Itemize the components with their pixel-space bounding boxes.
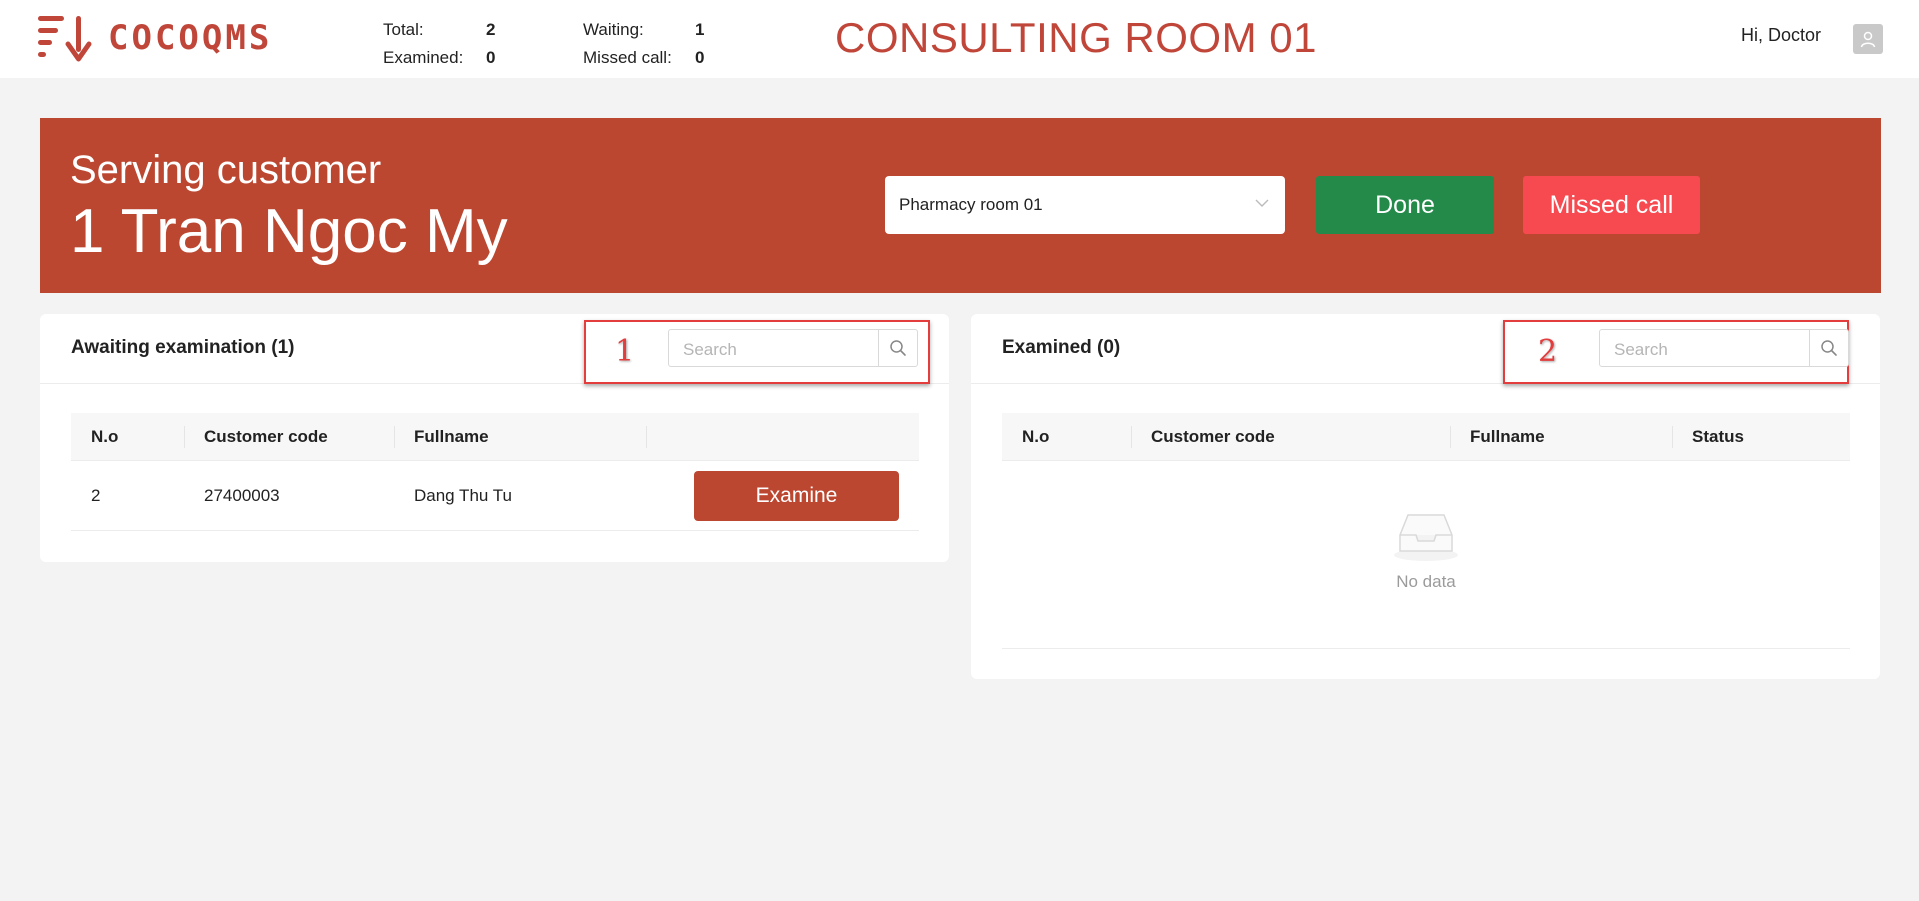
room-select[interactable]: Pharmacy room 01 xyxy=(885,176,1285,234)
table-header: N.o Customer code Fullname Status xyxy=(1002,413,1850,461)
logo-text: COCOQMS xyxy=(108,18,273,58)
awaiting-search-input[interactable]: Search xyxy=(683,340,737,360)
chevron-down-icon xyxy=(1255,199,1269,207)
examined-title: Examined (0) xyxy=(1002,337,1121,358)
annotation-number-1: 1 xyxy=(615,334,635,369)
awaiting-table: N.o Customer code Fullname 2 27400003 Da… xyxy=(71,413,919,531)
stat-label: Examined: xyxy=(383,48,464,67)
stat-examined: Examined: 0 xyxy=(383,44,495,72)
stat-value: 1 xyxy=(695,20,705,39)
awaiting-search[interactable]: Search xyxy=(668,329,918,367)
search-icon xyxy=(1821,340,1837,356)
examined-search-input[interactable]: Search xyxy=(1614,340,1668,360)
examined-panel: Examined (0) 2 Search N.o Customer code … xyxy=(971,314,1880,679)
stat-waiting: Waiting: 1 xyxy=(583,16,704,44)
serving-banner: Serving customer 1 Tran Ngoc My Pharmacy… xyxy=(40,118,1881,293)
row-no: 2 xyxy=(91,485,101,505)
queue-logo-icon xyxy=(38,16,92,62)
empty-state-text: No data xyxy=(1396,572,1456,591)
annotation-number-2: 2 xyxy=(1538,334,1558,369)
stat-value: 2 xyxy=(486,20,496,39)
examined-search[interactable]: Search xyxy=(1599,329,1849,367)
awaiting-panel: Awaiting examination (1) 1 Search N.o Cu… xyxy=(40,314,949,562)
table-header: N.o Customer code Fullname xyxy=(71,413,919,461)
room-select-value: Pharmacy room 01 xyxy=(899,195,1043,214)
empty-inbox-icon xyxy=(1394,514,1458,561)
serving-customer-name: 1 Tran Ngoc My xyxy=(70,197,508,266)
empty-state: No data xyxy=(1002,461,1850,649)
column-header-no: N.o xyxy=(91,427,119,446)
column-header-status: Status xyxy=(1672,413,1850,460)
row-fullname: Dang Thu Tu xyxy=(414,485,512,505)
column-header-action xyxy=(646,413,919,460)
user-avatar-icon[interactable] xyxy=(1853,24,1883,54)
stats-group-totals: Total: 2 Examined: 0 xyxy=(383,16,495,72)
user-greeting[interactable]: Hi, Doctor xyxy=(1741,25,1821,46)
stat-missed-call: Missed call: 0 xyxy=(583,44,704,72)
awaiting-title: Awaiting examination (1) xyxy=(71,337,295,358)
stat-label: Total: xyxy=(383,20,424,39)
stat-label: Missed call: xyxy=(583,48,672,67)
user-icon xyxy=(1860,31,1876,48)
stat-label: Waiting: xyxy=(583,20,644,39)
top-header: COCOQMS Total: 2 Examined: 0 Waiting: 1 … xyxy=(0,0,1919,78)
serving-label: Serving customer xyxy=(70,148,382,192)
row-customer-code: 27400003 xyxy=(204,485,280,505)
room-title: CONSULTING ROOM 01 xyxy=(835,14,1317,61)
examined-search-button[interactable] xyxy=(1809,330,1848,366)
examined-panel-header: Examined (0) 2 Search xyxy=(971,314,1880,384)
examine-button[interactable]: Examine xyxy=(694,471,899,521)
column-header-no: N.o xyxy=(1022,427,1050,446)
search-icon xyxy=(890,340,906,356)
column-header-customer-code: Customer code xyxy=(1131,413,1450,460)
missed-call-button[interactable]: Missed call xyxy=(1523,176,1700,234)
stats-group-queue: Waiting: 1 Missed call: 0 xyxy=(583,16,704,72)
examined-table: N.o Customer code Fullname Status xyxy=(1002,413,1850,461)
app-logo[interactable]: COCOQMS xyxy=(36,12,272,64)
column-header-fullname: Fullname xyxy=(394,413,646,460)
awaiting-search-button[interactable] xyxy=(878,330,917,366)
awaiting-panel-header: Awaiting examination (1) 1 Search xyxy=(40,314,949,384)
column-header-customer-code: Customer code xyxy=(184,413,394,460)
stat-total: Total: 2 xyxy=(383,16,495,44)
column-header-fullname: Fullname xyxy=(1450,413,1672,460)
done-button[interactable]: Done xyxy=(1316,176,1494,234)
stat-value: 0 xyxy=(695,48,705,67)
stat-value: 0 xyxy=(486,48,496,67)
table-row: 2 27400003 Dang Thu Tu Examine xyxy=(71,461,919,531)
